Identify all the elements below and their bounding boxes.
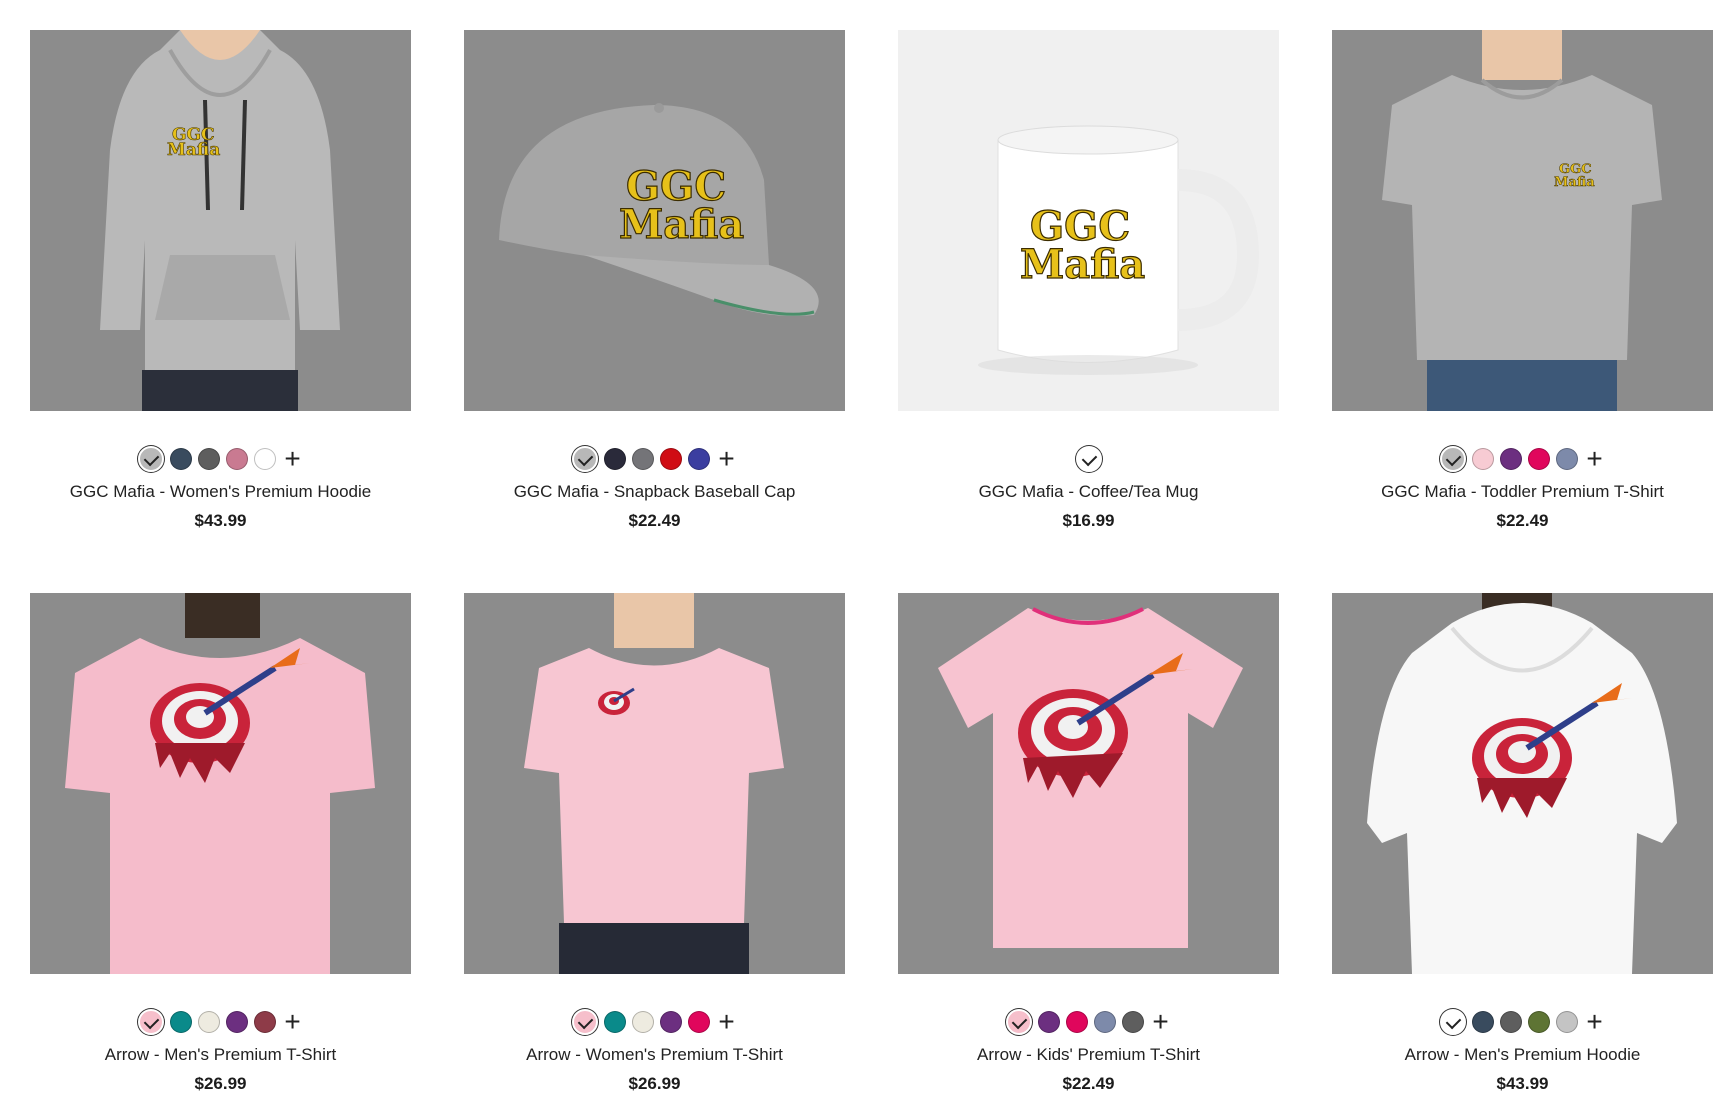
color-swatch[interactable] bbox=[1065, 1011, 1088, 1033]
product-card[interactable]: + Arrow - Kids' Premium T-Shirt $22.49 bbox=[898, 593, 1279, 1094]
color-swatches bbox=[898, 446, 1279, 472]
color-swatch[interactable] bbox=[169, 1011, 192, 1033]
color-swatch[interactable] bbox=[631, 1011, 654, 1033]
print-line-2: Mafia bbox=[1020, 241, 1145, 288]
color-swatches: + bbox=[30, 445, 411, 473]
color-swatch[interactable] bbox=[197, 1011, 220, 1033]
product-price: $22.49 bbox=[1496, 511, 1549, 530]
product-image-snapback-cap[interactable]: GGC Mafia bbox=[464, 30, 845, 411]
product-card[interactable]: GGC Mafia + GGC Mafia - Women's Premium … bbox=[30, 30, 411, 531]
color-swatch[interactable] bbox=[1005, 1009, 1032, 1035]
color-swatch[interactable] bbox=[1527, 1011, 1550, 1033]
color-swatches: + bbox=[1332, 445, 1713, 473]
product-price: $26.99 bbox=[628, 1074, 681, 1093]
product-title[interactable]: GGC Mafia - Coffee/Tea Mug bbox=[898, 482, 1279, 502]
color-swatch[interactable] bbox=[1439, 1009, 1466, 1035]
color-swatches: + bbox=[464, 1008, 845, 1036]
product-price: $43.99 bbox=[194, 511, 247, 530]
product-image-kids-tshirt[interactable] bbox=[898, 593, 1279, 974]
tshirt-illustration bbox=[65, 593, 375, 974]
more-colors-button[interactable]: + bbox=[716, 1008, 738, 1036]
product-grid: GGC Mafia + GGC Mafia - Women's Premium … bbox=[0, 0, 1720, 1117]
more-colors-button[interactable]: + bbox=[282, 1008, 304, 1036]
tshirt-illustration bbox=[938, 607, 1243, 948]
product-image-mens-tshirt[interactable] bbox=[30, 593, 411, 974]
color-swatch[interactable] bbox=[225, 1011, 248, 1033]
product-image-toddler-tshirt[interactable]: GGC Mafia bbox=[1332, 30, 1713, 411]
product-image-mens-hoodie[interactable] bbox=[1332, 593, 1713, 974]
product-card[interactable]: + Arrow - Men's Premium T-Shirt $26.99 bbox=[30, 593, 411, 1094]
product-image-coffee-mug[interactable]: GGC Mafia bbox=[898, 30, 1279, 411]
product-card[interactable]: GGC Mafia + GGC Mafia - Snapback Basebal… bbox=[464, 30, 845, 531]
product-card[interactable]: GGC Mafia GGC Mafia - Coffee/Tea Mug $16… bbox=[898, 30, 1279, 531]
color-swatch[interactable] bbox=[1121, 1011, 1144, 1033]
hoodie-illustration bbox=[1367, 593, 1677, 974]
cap-illustration: GGC Mafia bbox=[499, 103, 819, 316]
color-swatch[interactable] bbox=[197, 448, 220, 470]
product-image-womens-hoodie[interactable]: GGC Mafia bbox=[30, 30, 411, 411]
more-colors-button[interactable]: + bbox=[1584, 445, 1606, 473]
product-card[interactable]: + Arrow - Women's Premium T-Shirt $26.99 bbox=[464, 593, 845, 1094]
color-swatch[interactable] bbox=[169, 448, 192, 470]
color-swatches: + bbox=[1332, 1008, 1713, 1036]
color-swatches: + bbox=[30, 1008, 411, 1036]
color-swatch[interactable] bbox=[1499, 448, 1522, 470]
color-swatch[interactable] bbox=[631, 448, 654, 470]
product-image-womens-tshirt[interactable] bbox=[464, 593, 845, 974]
color-swatch[interactable] bbox=[1037, 1011, 1060, 1033]
print-line-2: Mafia bbox=[1554, 175, 1595, 190]
print-line-2: Mafia bbox=[619, 201, 744, 248]
product-card[interactable]: GGC Mafia + GGC Mafia - Toddler Premium … bbox=[1332, 30, 1713, 531]
color-swatch[interactable] bbox=[1075, 446, 1102, 472]
color-swatch[interactable] bbox=[571, 446, 598, 472]
product-title[interactable]: Arrow - Men's Premium Hoodie bbox=[1332, 1045, 1713, 1065]
color-swatch[interactable] bbox=[1439, 446, 1466, 472]
print-line-2: Mafia bbox=[167, 140, 220, 160]
color-swatches: + bbox=[464, 445, 845, 473]
color-swatch[interactable] bbox=[1555, 1011, 1578, 1033]
more-colors-button[interactable]: + bbox=[1584, 1008, 1606, 1036]
product-price: $22.49 bbox=[1062, 1074, 1115, 1093]
color-swatch[interactable] bbox=[687, 1011, 710, 1033]
color-swatch[interactable] bbox=[603, 448, 626, 470]
product-price: $16.99 bbox=[1062, 511, 1115, 530]
tshirt-illustration bbox=[524, 593, 784, 974]
color-swatch[interactable] bbox=[253, 1011, 276, 1033]
color-swatch[interactable] bbox=[1527, 448, 1550, 470]
color-swatch[interactable] bbox=[659, 448, 682, 470]
color-swatch[interactable] bbox=[1555, 448, 1578, 470]
hoodie-illustration: GGC Mafia bbox=[100, 30, 340, 411]
color-swatch[interactable] bbox=[253, 448, 276, 470]
product-title[interactable]: GGC Mafia - Women's Premium Hoodie bbox=[30, 482, 411, 502]
product-title[interactable]: Arrow - Women's Premium T-Shirt bbox=[464, 1045, 845, 1065]
mug-illustration: GGC Mafia bbox=[898, 30, 1279, 411]
product-price: $26.99 bbox=[194, 1074, 247, 1093]
color-swatches: + bbox=[898, 1008, 1279, 1036]
product-title[interactable]: GGC Mafia - Snapback Baseball Cap bbox=[464, 482, 845, 502]
product-price: $43.99 bbox=[1496, 1074, 1549, 1093]
color-swatch[interactable] bbox=[1499, 1011, 1522, 1033]
color-swatch[interactable] bbox=[1471, 448, 1494, 470]
product-title[interactable]: Arrow - Kids' Premium T-Shirt bbox=[898, 1045, 1279, 1065]
color-swatch[interactable] bbox=[687, 448, 710, 470]
color-swatch[interactable] bbox=[603, 1011, 626, 1033]
more-colors-button[interactable]: + bbox=[716, 445, 738, 473]
product-card[interactable]: + Arrow - Men's Premium Hoodie $43.99 bbox=[1332, 593, 1713, 1094]
color-swatch[interactable] bbox=[1093, 1011, 1116, 1033]
more-colors-button[interactable]: + bbox=[1150, 1008, 1172, 1036]
color-swatch[interactable] bbox=[571, 1009, 598, 1035]
color-swatch[interactable] bbox=[659, 1011, 682, 1033]
more-colors-button[interactable]: + bbox=[282, 445, 304, 473]
product-price: $22.49 bbox=[628, 511, 681, 530]
color-swatch[interactable] bbox=[225, 448, 248, 470]
color-swatch[interactable] bbox=[1471, 1011, 1494, 1033]
tshirt-illustration: GGC Mafia bbox=[1382, 30, 1662, 411]
product-title[interactable]: Arrow - Men's Premium T-Shirt bbox=[30, 1045, 411, 1065]
color-swatch[interactable] bbox=[137, 1009, 164, 1035]
product-title[interactable]: GGC Mafia - Toddler Premium T-Shirt bbox=[1332, 482, 1713, 502]
color-swatch[interactable] bbox=[137, 446, 164, 472]
